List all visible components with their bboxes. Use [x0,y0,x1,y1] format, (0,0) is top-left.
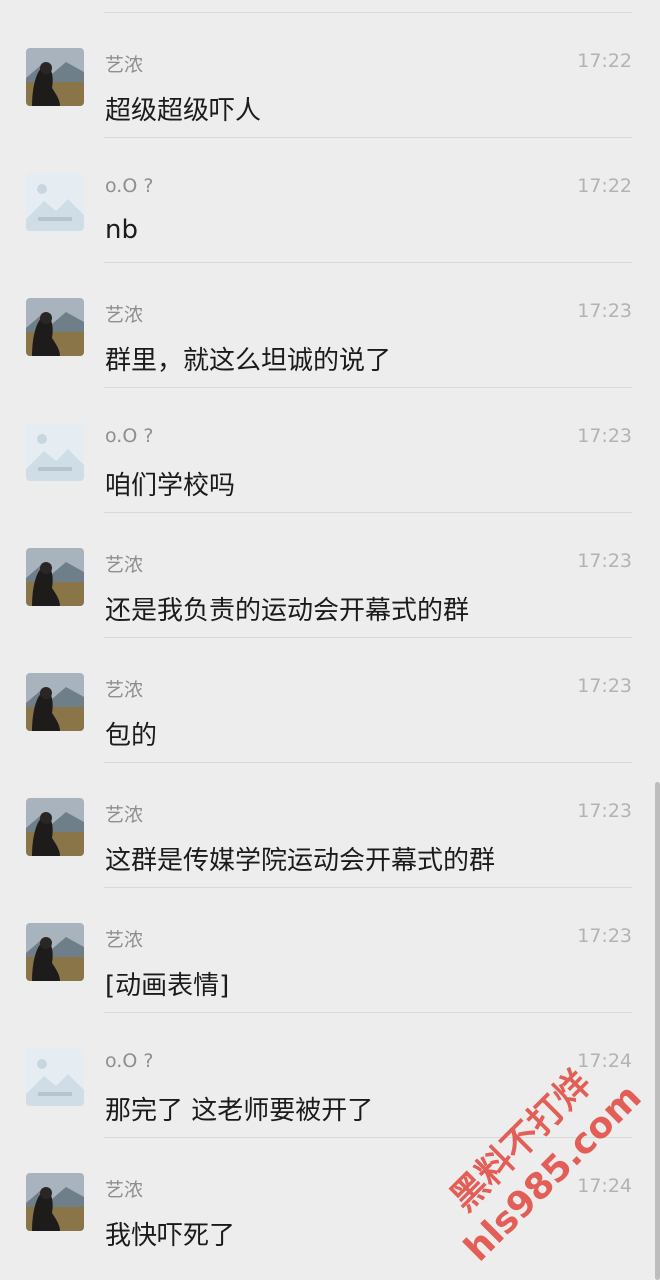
placeholder-avatar[interactable] [26,423,84,481]
message-time: 17:23 [577,300,632,322]
message-item[interactable]: o.O ? 17:23 咱们学校吗 [0,387,660,513]
message-text: 这群是传媒学院运动会开幕式的群 [105,846,496,876]
message-item[interactable]: 艺浓 17:23 群里，就这么坦诚的说了 [0,262,660,388]
photo-avatar[interactable] [26,548,84,606]
photo-avatar[interactable] [26,798,84,856]
sender-name: 艺浓 [105,1179,144,1201]
message-time: 17:23 [577,925,632,947]
message-text: 群里，就这么坦诚的说了 [105,346,392,376]
message-time: 17:23 [577,425,632,447]
message-item[interactable]: 艺浓 17:22 超级超级吓人 [0,12,660,138]
message-text: [动画表情] [105,971,230,1001]
message-item[interactable]: o.O ? 17:24 那完了 这老师要被开了 [0,1012,660,1138]
placeholder-avatar[interactable] [26,173,84,231]
photo-avatar[interactable] [26,923,84,981]
photo-avatar[interactable] [26,673,84,731]
message-item[interactable]: o.O ? 17:22 nb [0,137,660,263]
chat-message-list: 艺浓 17:22 超级超级吓人 o.O ? 17:22 nb 艺浓 17:23 群里，就这么… [0,0,660,1280]
message-time: 17:23 [577,675,632,697]
sender-name: 艺浓 [105,554,144,576]
message-item[interactable]: 艺浓 17:23 这群是传媒学院运动会开幕式的群 [0,762,660,888]
message-time: 17:23 [577,800,632,822]
sender-name: o.O ? [105,175,154,197]
sender-name: 艺浓 [105,679,144,701]
message-text: 还是我负责的运动会开幕式的群 [105,596,470,626]
scrollbar[interactable] [655,782,660,1280]
sender-name: 艺浓 [105,304,144,326]
message-text: 那完了 这老师要被开了 [105,1096,374,1126]
message-text: 咱们学校吗 [105,471,236,501]
message-time: 17:24 [577,1175,632,1197]
message-text: nb [105,215,138,245]
message-item[interactable]: 艺浓 17:23 包的 [0,637,660,763]
message-time: 17:24 [577,1050,632,1072]
sender-name: 艺浓 [105,54,144,76]
photo-avatar[interactable] [26,298,84,356]
photo-avatar[interactable] [26,1173,84,1231]
message-text: 超级超级吓人 [105,96,262,126]
sender-name: o.O ? [105,425,154,447]
message-time: 17:22 [577,175,632,197]
message-time: 17:22 [577,50,632,72]
message-text: 我快吓死了 [105,1221,236,1251]
message-item[interactable]: 艺浓 17:24 我快吓死了 [0,1137,660,1262]
message-item[interactable]: 艺浓 17:23 还是我负责的运动会开幕式的群 [0,512,660,638]
sender-name: 艺浓 [105,804,144,826]
placeholder-avatar[interactable] [26,1048,84,1106]
message-time: 17:23 [577,550,632,572]
message-text: 包的 [105,721,158,751]
photo-avatar[interactable] [26,48,84,106]
message-item[interactable]: 艺浓 17:23 [动画表情] [0,887,660,1013]
sender-name: 艺浓 [105,929,144,951]
sender-name: o.O ? [105,1050,154,1072]
